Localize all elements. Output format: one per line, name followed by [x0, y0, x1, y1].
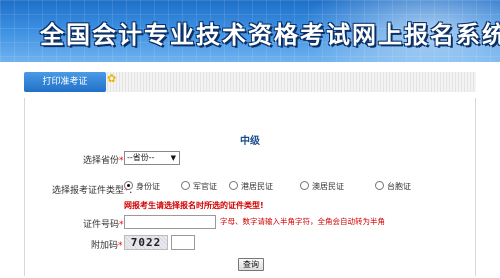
radio-label: 身份证 — [136, 182, 160, 191]
province-select-value: --省份-- — [127, 153, 155, 162]
tab-bar: 打印准考证 ✿ — [0, 62, 500, 98]
id-type-radio-group: 身份证 军官证 港居民证 澳居民证 台胞证 — [124, 181, 484, 195]
captcha-image[interactable]: 7022 — [124, 235, 168, 250]
radio-unchecked-icon — [300, 181, 309, 190]
header-banner: 全国会计专业技术资格考试网上报名系统 — [0, 0, 500, 62]
query-button[interactable]: 查询 — [238, 258, 264, 271]
province-label-text: 选择省份 — [83, 156, 120, 166]
id-number-label-text: 证件号码 — [83, 220, 120, 230]
id-number-hint: 字母、数字请输入半角字符，全角会自动转为半角 — [220, 217, 385, 226]
required-mark: * — [119, 156, 124, 166]
radio-macau-resident-card[interactable]: 澳居民证 — [300, 181, 344, 195]
radio-unchecked-icon — [375, 181, 384, 190]
chevron-down-icon: ▼ — [170, 154, 176, 162]
radio-label: 台胞证 — [387, 182, 411, 191]
required-mark: * — [118, 241, 123, 251]
radio-officer-card[interactable]: 军官证 — [181, 181, 217, 195]
star-icon: ✿ — [107, 72, 117, 85]
radio-unchecked-icon — [181, 181, 190, 190]
radio-checked-icon — [124, 181, 133, 190]
radio-taiwan-compatriot-card[interactable]: 台胞证 — [375, 181, 411, 195]
required-mark: * — [119, 220, 124, 230]
radio-label: 港居民证 — [241, 182, 273, 191]
id-number-input[interactable] — [124, 215, 216, 229]
radio-id-card[interactable]: 身份证 — [124, 181, 160, 195]
radio-label: 军官证 — [193, 182, 217, 191]
tab-print-admission-ticket[interactable]: 打印准考证 — [24, 72, 106, 92]
id-type-warning: 网报考生请选择报名时所选的证件类型! — [124, 201, 264, 210]
radio-hk-resident-card[interactable]: 港居民证 — [229, 181, 273, 195]
province-select[interactable]: --省份-- ▼ — [124, 151, 180, 165]
id-type-label-text: 选择报考证件类型 — [52, 186, 125, 196]
radio-label: 澳居民证 — [312, 182, 344, 191]
system-title: 全国会计专业技术资格考试网上报名系统 — [40, 20, 500, 49]
exam-level-heading: 中级 — [240, 136, 260, 147]
captcha-label-text: 附加码 — [91, 241, 119, 251]
captcha-input[interactable] — [171, 235, 195, 250]
radio-unchecked-icon — [229, 181, 238, 190]
